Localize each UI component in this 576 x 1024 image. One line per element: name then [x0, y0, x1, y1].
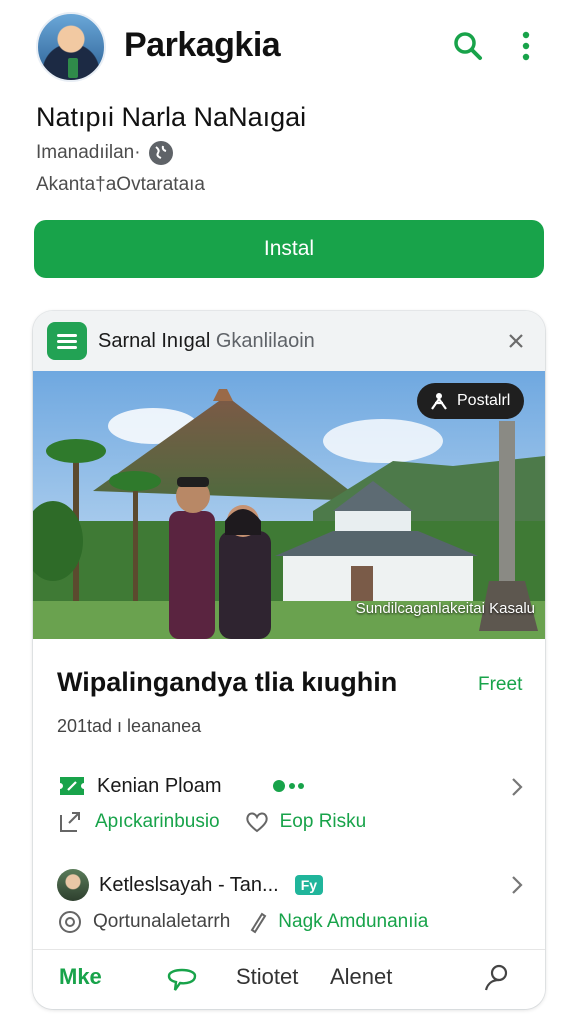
ticket-icon — [60, 777, 84, 795]
more-vertical-icon[interactable] — [512, 28, 540, 64]
image-caption: Sundilcaganlakeitai Kasalu — [355, 600, 535, 617]
list-item-1-sub-b: Eop Risku — [279, 811, 367, 832]
list-item-2-details: Qortunalaletarrh Nagk Amdunanıia — [57, 909, 428, 935]
profile-icon[interactable] — [481, 962, 513, 1000]
badge-label: Postalrl — [457, 392, 511, 409]
dots-icon — [272, 779, 312, 793]
list-item-2-sub-b: Nagk Amdunanıia — [278, 911, 429, 932]
publisher-line-1: Imanadıilan· — [36, 142, 141, 163]
install-button[interactable]: Instal — [34, 220, 544, 278]
tab-store[interactable]: Stiotet — [236, 964, 298, 990]
card-header-title: Sarnal Inıgal Gkanlilaoin — [98, 330, 315, 353]
avatar-detail — [68, 58, 78, 78]
list-item-1-title: Kenian Ploam — [97, 774, 222, 797]
list-item-2-title: Ketleslsayah - Tan... — [99, 873, 279, 896]
external-link-icon — [60, 812, 80, 832]
badge-button[interactable]: Postalrl — [417, 383, 525, 419]
top-bar: Parkagkia — [0, 0, 576, 96]
close-icon[interactable] — [501, 326, 531, 356]
heart-icon — [245, 812, 268, 833]
search-icon[interactable] — [450, 28, 486, 64]
person-icon — [431, 393, 447, 410]
target-icon — [59, 911, 81, 933]
list-item-1-sub-a: Apıckarinbusio — [95, 811, 220, 832]
card-header-title-light: Gkanlilaoin — [215, 330, 315, 352]
list-item-1-details: Apıckarinbusio Eop Risku — [57, 809, 366, 835]
list-item-1[interactable]: Kenian Ploam — [57, 773, 312, 799]
publisher-subtitle: Imanadıilan· — [36, 141, 173, 165]
pen-icon — [250, 912, 267, 934]
bottom-tab-bar: Mke Stiotet Alenet — [33, 949, 545, 1009]
tab-home[interactable]: Mke — [59, 964, 102, 990]
app-card: Sarnal Inıgal Gkanlilaoin Postalrl Sundi… — [33, 311, 545, 1009]
document-icon — [47, 322, 87, 360]
chat-icon[interactable] — [165, 962, 199, 1000]
tag-chip: Fy — [294, 875, 324, 895]
hero-image[interactable]: Postalrl Sundilcaganlakeitai Kasalu — [33, 371, 545, 639]
publisher-name: Natıpıi Narla NaNaıgai — [36, 102, 307, 132]
profile-avatar[interactable] — [36, 12, 106, 82]
app-meta: 201tad ı leananea — [57, 716, 202, 736]
avatar — [57, 869, 89, 901]
card-header: Sarnal Inıgal Gkanlilaoin — [33, 311, 545, 371]
tab-alert[interactable]: Alenet — [330, 964, 392, 990]
app-title: Parkagkia — [124, 26, 281, 64]
chevron-right-icon[interactable] — [507, 775, 527, 799]
app-title-large: Wipalingandya tlia kıughin — [57, 667, 398, 697]
list-item-2-sub-a: Qortunalaletarrh — [93, 911, 231, 932]
publisher-line-2: Akanta†aOvtarataıa — [36, 174, 205, 195]
list-item-2[interactable]: Ketleslsayah - Tan... Fy — [57, 869, 324, 901]
globe-icon — [148, 141, 173, 165]
chevron-right-icon[interactable] — [507, 873, 527, 897]
card-header-title-bold: Sarnal Inıgal — [98, 330, 211, 352]
price-label: Freet — [478, 674, 523, 695]
